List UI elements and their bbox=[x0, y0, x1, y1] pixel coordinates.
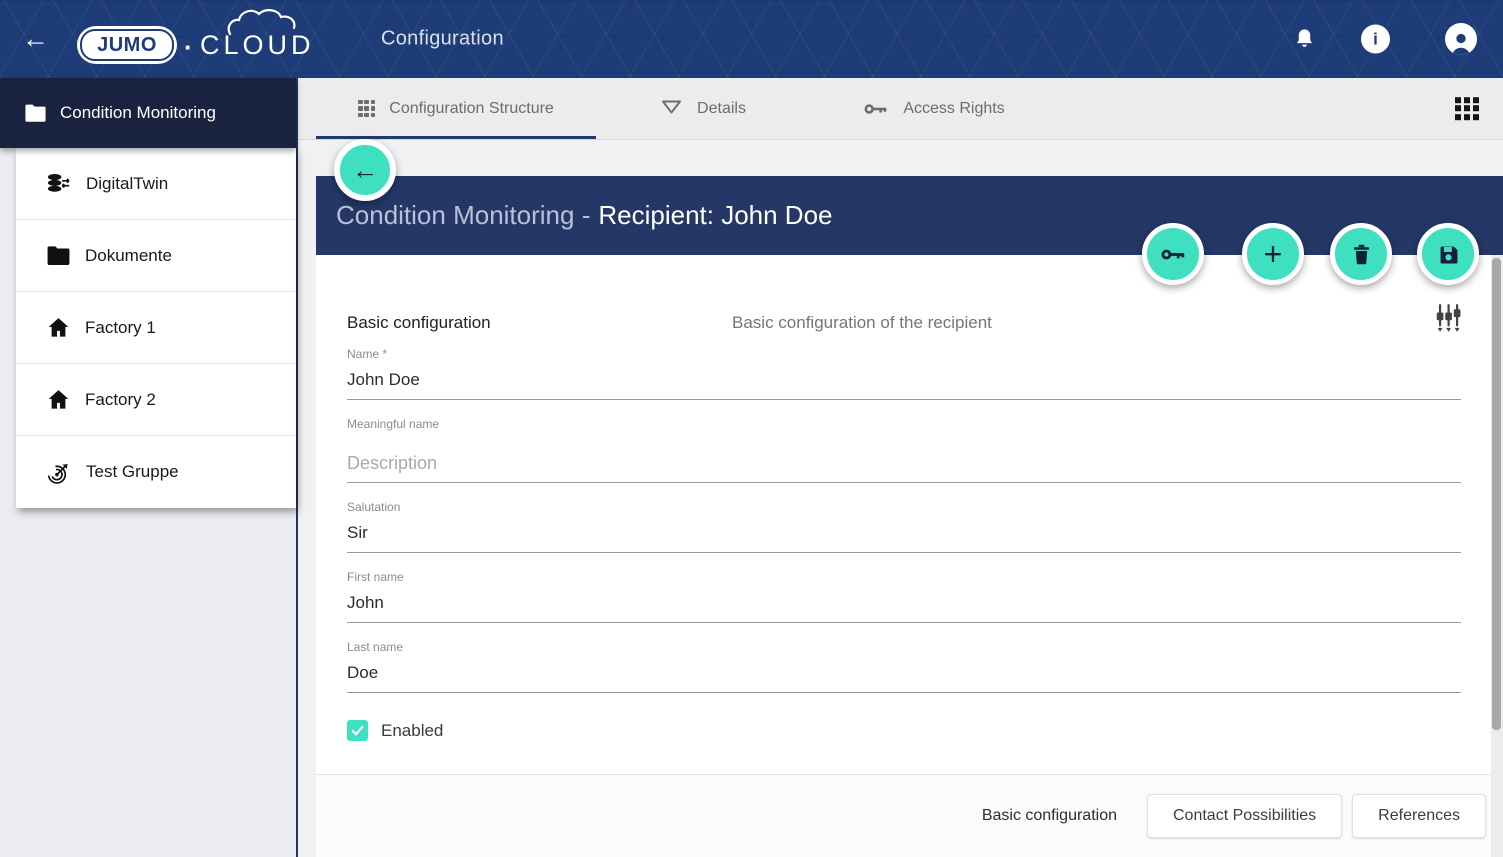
plus-icon: + bbox=[1264, 236, 1283, 273]
enabled-checkbox[interactable]: Enabled bbox=[347, 720, 1503, 741]
sidebar-item-test-gruppe[interactable]: Test Gruppe bbox=[16, 436, 296, 508]
home-icon bbox=[46, 316, 71, 339]
section-title: Basic configuration bbox=[347, 313, 491, 333]
trash-icon bbox=[1349, 242, 1374, 267]
key-icon bbox=[863, 100, 889, 118]
grid-dots-icon bbox=[358, 100, 375, 117]
field-label: Name * bbox=[347, 347, 1461, 361]
info-icon: i bbox=[1373, 29, 1378, 49]
database-sync-icon bbox=[46, 172, 72, 196]
check-icon bbox=[350, 724, 365, 737]
apps-grid-button[interactable] bbox=[1455, 97, 1479, 121]
field-label: Meaningful name bbox=[347, 417, 1461, 431]
logo-dot: · bbox=[184, 32, 193, 63]
sidebar-item-label: Factory 1 bbox=[85, 318, 156, 338]
sidebar-item-label: Dokumente bbox=[85, 246, 172, 266]
sidebar-item-dokumente[interactable]: Dokumente bbox=[16, 220, 296, 292]
enabled-label: Enabled bbox=[381, 721, 443, 741]
first-name-field-row: First name bbox=[347, 570, 1461, 623]
avatar-icon bbox=[1447, 29, 1475, 55]
folder-icon bbox=[24, 103, 47, 123]
delete-button[interactable] bbox=[1330, 223, 1392, 285]
sidebar-items-panel: DigitalTwin Dokumente Factory 1 Factory … bbox=[16, 148, 296, 508]
scrollbar-thumb[interactable] bbox=[1492, 258, 1501, 730]
meaningful-name-field-row: Meaningful name bbox=[347, 417, 1461, 483]
section-header: Basic configuration Basic configuration … bbox=[316, 255, 1503, 347]
app-window: ← JUMO · CLOUD Configuration i bbox=[0, 0, 1503, 857]
sidebar-root-label: Condition Monitoring bbox=[60, 103, 216, 123]
last-name-field-row: Last name bbox=[347, 640, 1461, 693]
salutation-input[interactable] bbox=[347, 521, 1461, 545]
tune-sliders-button[interactable] bbox=[1436, 303, 1461, 333]
sidebar-item-factory-1[interactable]: Factory 1 bbox=[16, 292, 296, 364]
sidebar-item-factory-2[interactable]: Factory 2 bbox=[16, 364, 296, 436]
form-footer: Basic configuration Contact Possibilitie… bbox=[316, 774, 1503, 857]
target-arrow-icon bbox=[46, 460, 72, 485]
key-icon bbox=[1160, 245, 1187, 264]
jumo-logo-text: JUMO bbox=[97, 34, 157, 57]
field-label: Last name bbox=[347, 640, 1461, 654]
sidebar-item-digitaltwin[interactable]: DigitalTwin bbox=[16, 148, 296, 220]
sidebar-item-label: Test Gruppe bbox=[86, 462, 179, 482]
account-button[interactable] bbox=[1445, 23, 1477, 55]
tab-label: Details bbox=[697, 100, 746, 118]
banner-title-main: Recipient: John Doe bbox=[598, 200, 832, 231]
section-description: Basic configuration of the recipient bbox=[732, 313, 992, 333]
sidebar-item-label: DigitalTwin bbox=[86, 174, 168, 194]
notifications-button[interactable] bbox=[1292, 26, 1317, 52]
first-name-input[interactable] bbox=[347, 591, 1461, 615]
detail-header-banner: Condition Monitoring - Recipient: John D… bbox=[316, 176, 1503, 255]
funnel-icon bbox=[660, 99, 683, 119]
contact-possibilities-button[interactable]: Contact Possibilities bbox=[1147, 794, 1342, 838]
tab-label: Configuration Structure bbox=[389, 100, 554, 118]
field-label: First name bbox=[347, 570, 1461, 584]
tab-configuration-structure[interactable]: Configuration Structure bbox=[316, 78, 596, 139]
info-button[interactable]: i bbox=[1361, 25, 1390, 54]
banner-title-prefix: Condition Monitoring - bbox=[336, 200, 590, 231]
main-content: Configuration Structure Details Access R… bbox=[298, 78, 1503, 857]
salutation-field-row: Salutation bbox=[347, 500, 1461, 553]
checkbox-box bbox=[347, 720, 368, 741]
add-button[interactable]: + bbox=[1242, 223, 1304, 285]
tab-details[interactable]: Details bbox=[596, 78, 810, 139]
jumo-logo: JUMO bbox=[77, 26, 177, 64]
folder-icon bbox=[46, 245, 71, 266]
sidebar-item-label: Factory 2 bbox=[85, 390, 156, 410]
navigation-sidebar: Condition Monitoring DigitalTwin Dokumen… bbox=[0, 78, 298, 857]
current-section-label[interactable]: Basic configuration bbox=[982, 807, 1117, 825]
name-field-row: Name * bbox=[347, 347, 1461, 400]
name-input[interactable] bbox=[347, 368, 1461, 392]
access-key-button[interactable] bbox=[1142, 223, 1204, 285]
form-card: Basic configuration Basic configuration … bbox=[316, 255, 1503, 857]
home-icon bbox=[46, 388, 71, 411]
save-button[interactable] bbox=[1417, 223, 1479, 285]
back-button[interactable]: ← bbox=[22, 26, 49, 53]
references-button[interactable]: References bbox=[1352, 794, 1486, 838]
back-fab-button[interactable]: ← bbox=[334, 139, 396, 201]
save-icon bbox=[1436, 242, 1461, 267]
page-title: Configuration bbox=[381, 28, 504, 51]
tab-access-rights[interactable]: Access Rights bbox=[810, 78, 1058, 139]
top-app-bar: ← JUMO · CLOUD Configuration i bbox=[0, 0, 1503, 78]
cloud-icon bbox=[226, 6, 304, 36]
tab-bar: Configuration Structure Details Access R… bbox=[298, 78, 1503, 140]
sidebar-root-node[interactable]: Condition Monitoring bbox=[0, 78, 296, 148]
tune-sliders-icon bbox=[1436, 303, 1461, 333]
last-name-input[interactable] bbox=[347, 661, 1461, 685]
form-fields: Name * Meaningful name Salutation First … bbox=[347, 347, 1461, 693]
bell-icon bbox=[1292, 26, 1317, 52]
scrollbar-track bbox=[1491, 255, 1503, 857]
arrow-left-icon: ← bbox=[352, 155, 378, 186]
meaningful-name-input[interactable] bbox=[347, 451, 1461, 475]
field-label: Salutation bbox=[347, 500, 1461, 514]
tab-label: Access Rights bbox=[903, 100, 1004, 118]
